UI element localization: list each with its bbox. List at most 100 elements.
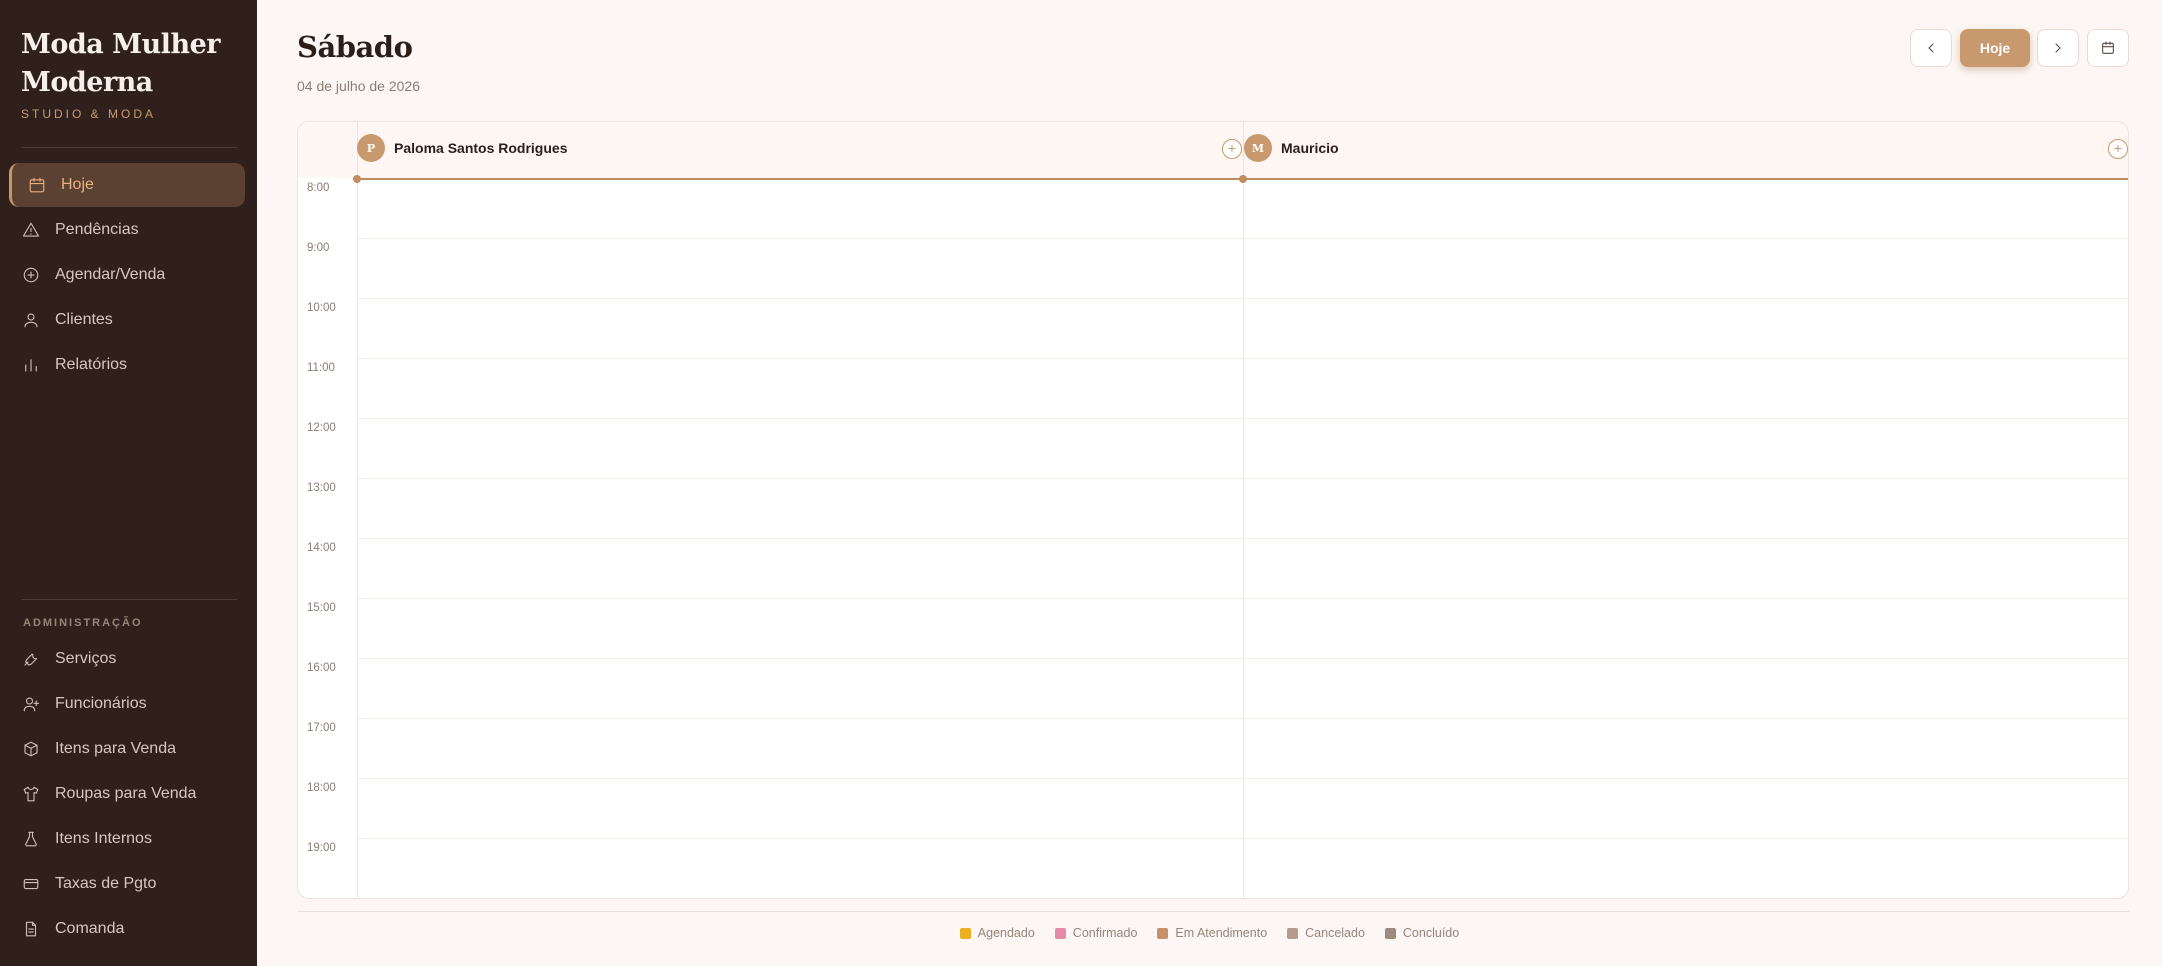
legend-label: Cancelado <box>1305 926 1365 940</box>
status-legend: Agendado Confirmado Em Atendimento Cancelad… <box>0 926 2162 940</box>
legend-item: Confirmado <box>1054 926 1138 940</box>
avatar: P <box>357 134 385 162</box>
page-title: Sábado <box>297 30 413 64</box>
day-calendar: P Paloma Santos Rodrigues + M Mauricio +… <box>297 121 2129 899</box>
legend-item: Em Atendimento <box>1157 926 1267 940</box>
nav-item-agendar-venda[interactable]: Agendar/Venda <box>9 253 245 297</box>
bar-chart-icon <box>22 356 40 374</box>
hour-gridline <box>357 658 2128 659</box>
hour-label: 19:00 <box>307 842 336 854</box>
hour-label: 17:00 <box>307 722 336 734</box>
next-day-button[interactable] <box>2037 29 2079 67</box>
current-time-dot <box>353 175 361 183</box>
sidebar: Moda Mulher Moderna STUDIO & MODA Hoje P… <box>0 0 257 966</box>
calendar-header <box>298 122 2128 178</box>
add-appointment-button[interactable]: + <box>2108 139 2128 159</box>
nav-item-relatorios[interactable]: Relatórios <box>9 343 245 387</box>
previous-day-button[interactable] <box>1910 29 1952 67</box>
brand-subtitle: STUDIO & MODA <box>21 107 157 121</box>
brand: Moda Mulher Moderna STUDIO & MODA <box>21 26 241 121</box>
wrench-icon <box>22 650 40 668</box>
nav-item-label: Itens Internos <box>55 830 152 847</box>
legend-label: Concluído <box>1402 926 1460 940</box>
sidebar-divider <box>21 147 237 148</box>
hour-label: 18:00 <box>307 782 336 794</box>
employee-name: Paloma Santos Rodrigues <box>394 140 568 156</box>
hour-gridline <box>357 418 2128 419</box>
employee-column-header: P Paloma Santos Rodrigues <box>357 134 567 162</box>
hour-label: 8:00 <box>307 182 330 194</box>
nav-item-label: Itens para Venda <box>55 740 176 757</box>
hour-label: 9:00 <box>307 242 330 254</box>
legend-swatch <box>1384 927 1396 939</box>
nav-item-itens-venda[interactable]: Itens para Venda <box>9 727 245 771</box>
hour-gridline <box>357 778 2128 779</box>
legend-swatch <box>959 927 971 939</box>
legend-swatch <box>1157 927 1169 939</box>
hour-gridline <box>357 298 2128 299</box>
legend-item: Agendado <box>959 926 1035 940</box>
legend-swatch <box>1287 927 1299 939</box>
calendar-icon <box>28 176 46 194</box>
legend-label: Em Atendimento <box>1175 926 1268 940</box>
nav-item-label: Pendências <box>55 221 139 238</box>
hour-label: 11:00 <box>307 362 335 374</box>
legend-label: Agendado <box>977 926 1035 940</box>
hour-gridline <box>357 598 2128 599</box>
box-icon <box>22 740 40 758</box>
hour-label: 16:00 <box>307 662 336 674</box>
nav-item-itens-internos[interactable]: Itens Internos <box>9 817 245 861</box>
chevron-right-icon <box>2055 43 2061 53</box>
legend-divider <box>297 911 2129 912</box>
calendar-icon <box>2102 41 2114 54</box>
nav-item-roupas-venda[interactable]: Roupas para Venda <box>9 772 245 816</box>
user-icon <box>22 311 40 329</box>
employee-column-header: M Mauricio <box>1244 134 1339 162</box>
nav-item-label: Relatórios <box>55 356 128 373</box>
nav-item-label: Taxas de Pgto <box>55 875 157 892</box>
hour-label: 15:00 <box>307 602 336 614</box>
legend-swatch <box>1054 927 1066 939</box>
hour-label: 12:00 <box>307 422 336 434</box>
legend-item: Cancelado <box>1287 926 1365 940</box>
date-picker-button[interactable] <box>2087 29 2129 67</box>
legend-label: Confirmado <box>1072 926 1138 940</box>
nav-item-label: Clientes <box>55 311 113 328</box>
hour-gridline <box>357 238 2128 239</box>
add-appointment-button[interactable]: + <box>1222 139 1242 159</box>
hour-gridline <box>357 538 2128 539</box>
nav-item-label: Funcionários <box>55 695 147 712</box>
nav-item-label: Roupas para Venda <box>55 785 197 802</box>
nav-item-label: Agendar/Venda <box>55 266 166 283</box>
sidebar-divider <box>21 599 237 600</box>
brand-title: Moda Mulher Moderna <box>21 29 220 98</box>
user-plus-icon <box>22 695 40 713</box>
nav-item-taxas-pgto[interactable]: Taxas de Pgto <box>9 862 245 906</box>
hour-label: 13:00 <box>307 482 336 494</box>
chevron-left-icon <box>1928 43 1934 53</box>
flask-icon <box>22 830 40 848</box>
hour-label: 14:00 <box>307 542 336 554</box>
hour-label: 10:00 <box>307 302 336 314</box>
nav-item-label: Serviços <box>55 650 117 667</box>
plus-circle-icon <box>22 266 40 284</box>
credit-card-icon <box>22 875 40 893</box>
nav-item-pendencias[interactable]: Pendências <box>9 208 245 252</box>
hour-gridline <box>357 358 2128 359</box>
hour-gridline <box>357 478 2128 479</box>
page-date: 04 de julho de 2026 <box>297 78 420 94</box>
admin-section-label: ADMINISTRAÇÃO <box>23 617 143 629</box>
warning-icon <box>22 221 40 239</box>
hour-gridline <box>357 718 2128 719</box>
today-button[interactable]: Hoje <box>1960 29 2030 67</box>
nav-item-servicos[interactable]: Serviços <box>9 637 245 681</box>
legend-item: Concluído <box>1384 926 1460 940</box>
employee-name: Mauricio <box>1281 140 1339 156</box>
nav-item-hoje[interactable]: Hoje <box>9 163 245 207</box>
plus-icon: + <box>1227 140 1237 156</box>
avatar: M <box>1244 134 1272 162</box>
nav-item-funcionarios[interactable]: Funcionários <box>9 682 245 726</box>
shirt-icon <box>22 785 40 803</box>
nav-item-clientes[interactable]: Clientes <box>9 298 245 342</box>
nav-item-label: Hoje <box>61 176 94 193</box>
